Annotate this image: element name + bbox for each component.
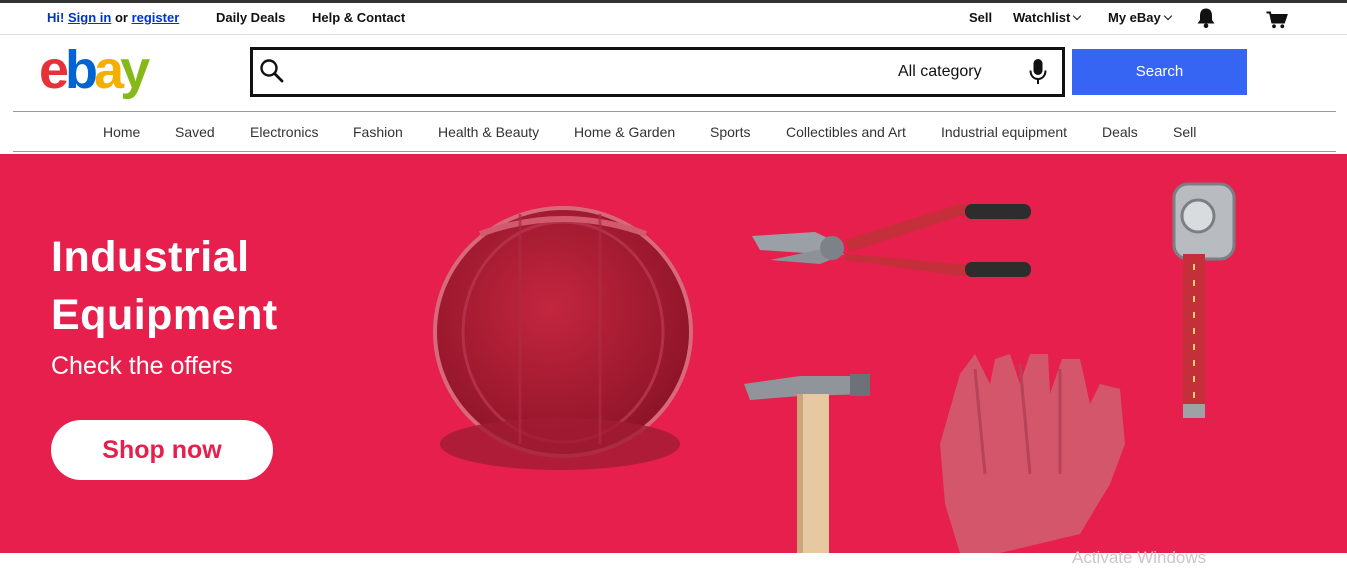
tape-measure-illustration [1172,182,1236,418]
register-link[interactable]: register [132,10,180,25]
nav-item-health-beauty[interactable]: Health & Beauty [438,124,539,140]
watchlist-menu[interactable]: Watchlist [1013,10,1082,25]
activate-windows-watermark: Activate Windows [1072,548,1207,567]
nav-item-saved[interactable]: Saved [175,124,215,140]
logo-letter-a: a [94,40,124,100]
hero-subtitle: Check the offers [51,352,233,380]
helmet-illustration [433,206,693,470]
hero-title: Industrial Equipment [51,228,278,344]
watchlist-label: Watchlist [1013,10,1071,25]
logo-letter-b: b [65,40,98,100]
hero-title-line1: Industrial [51,233,250,281]
nav-bottom-divider [13,151,1336,152]
greeting: Hi! Sign in or register [47,10,179,25]
search-input[interactable] [289,56,889,88]
search-bar: All category [250,47,1065,97]
hammer-illustration [744,374,870,553]
ebay-logo[interactable]: ebay [39,40,150,100]
help-contact-link[interactable]: Help & Contact [312,10,405,25]
nav-item-home-garden[interactable]: Home & Garden [574,124,675,140]
shop-now-button[interactable]: Shop now [51,420,273,480]
nav-item-sports[interactable]: Sports [710,124,750,140]
sign-in-link[interactable]: Sign in [68,10,111,25]
header-divider [0,34,1347,35]
category-nav: Home Saved Electronics Fashion Health & … [0,124,1347,144]
category-select[interactable]: All category [898,63,982,81]
nav-item-home[interactable]: Home [103,124,140,140]
bell-icon[interactable] [1196,7,1216,32]
or-text: or [114,10,128,25]
nav-item-collectibles-art[interactable]: Collectibles and Art [786,124,906,140]
gloves-illustration [940,354,1125,553]
logo-letter-y: y [120,40,150,100]
nav-item-industrial-equipment[interactable]: Industrial equipment [941,124,1067,140]
nav-item-fashion[interactable]: Fashion [353,124,403,140]
my-ebay-menu[interactable]: My eBay [1108,10,1172,25]
sell-link[interactable]: Sell [969,10,992,25]
hero-banner[interactable]: Industrial Equipment Check the offers Sh… [0,154,1347,553]
search-button[interactable]: Search [1072,49,1247,95]
pliers-illustration [752,204,1031,277]
daily-deals-link[interactable]: Daily Deals [216,10,285,25]
chevron-down-icon [1073,11,1082,21]
top-utility-bar: Hi! Sign in or register Daily Deals Help… [0,3,1347,34]
chevron-down-icon [1163,11,1172,21]
microphone-icon[interactable] [1028,58,1048,91]
search-icon[interactable] [259,58,285,89]
nav-item-electronics[interactable]: Electronics [250,124,318,140]
hero-title-line2: Equipment [51,291,278,339]
my-ebay-label: My eBay [1108,10,1161,25]
cart-icon[interactable] [1266,11,1288,32]
logo-letter-e: e [39,40,69,100]
greeting-text: Hi! [47,10,65,25]
nav-item-sell[interactable]: Sell [1173,124,1196,140]
nav-item-deals[interactable]: Deals [1102,124,1138,140]
nav-top-divider [13,111,1336,112]
